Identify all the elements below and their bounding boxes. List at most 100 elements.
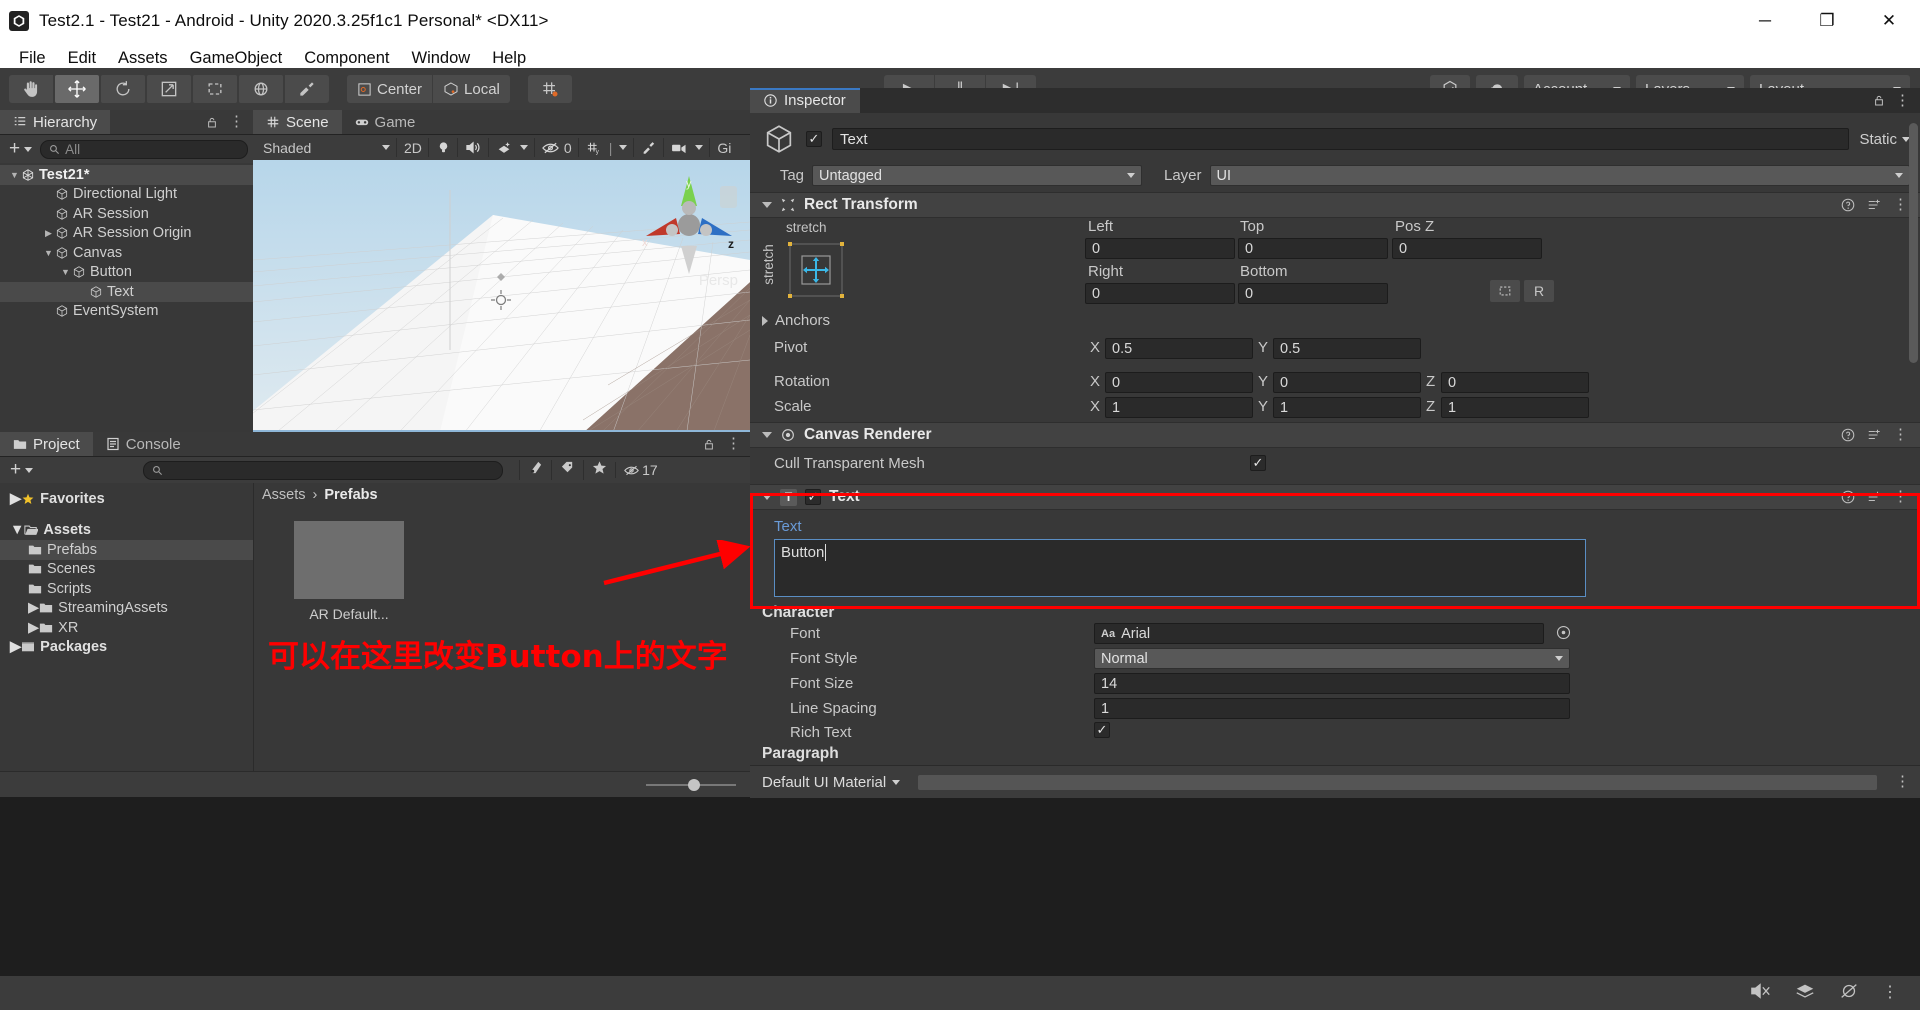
- anchors-foldout[interactable]: Anchors: [762, 312, 830, 329]
- gameobject-name-input[interactable]: Text: [832, 128, 1850, 150]
- cull-transparent-mesh-checkbox[interactable]: ✓: [1249, 455, 1266, 471]
- asset-zoom-slider[interactable]: [646, 778, 736, 791]
- hierarchy-item-text[interactable]: Text: [0, 282, 253, 302]
- kebab-menu-icon[interactable]: ⋮: [1882, 985, 1898, 1001]
- help-icon[interactable]: [1841, 198, 1855, 212]
- font-size-input[interactable]: 14: [1094, 673, 1570, 694]
- chevron-right-icon[interactable]: ▶: [10, 491, 21, 507]
- hidden-objects-toggle[interactable]: 0: [536, 138, 579, 157]
- static-checkbox-group[interactable]: Static: [1859, 131, 1910, 148]
- right-field-input[interactable]: 0: [1085, 283, 1235, 304]
- rect-tool-button[interactable]: [193, 75, 237, 103]
- project-add-button[interactable]: +: [6, 459, 37, 481]
- bottom-field-input[interactable]: 0: [1238, 283, 1388, 304]
- project-search-input[interactable]: [143, 460, 504, 480]
- label-filter-icon[interactable]: [551, 460, 583, 480]
- kebab-menu-icon[interactable]: ⋮: [1893, 427, 1908, 442]
- project-tree-item-scripts[interactable]: Scripts: [0, 579, 253, 599]
- menu-item-help[interactable]: Help: [481, 46, 537, 71]
- favorite-filter-icon[interactable]: [583, 460, 615, 480]
- kebab-menu-icon[interactable]: ⋮: [1895, 93, 1910, 108]
- hierarchy-item-directional-light[interactable]: Directional Light: [0, 185, 253, 205]
- custom-tool-button[interactable]: [285, 75, 329, 103]
- kebab-menu-icon[interactable]: ⋮: [229, 114, 244, 129]
- project-tree-item-prefabs[interactable]: Prefabs: [0, 540, 253, 560]
- left-field-input[interactable]: 0: [1085, 238, 1235, 259]
- scene-grid-dropdown[interactable]: y |: [580, 138, 635, 157]
- scene-camera-dropdown[interactable]: [665, 138, 711, 157]
- chevron-down-icon[interactable]: ▼: [42, 248, 55, 258]
- tab-scene[interactable]: Scene: [253, 110, 342, 134]
- scale-z-input[interactable]: 1: [1441, 397, 1589, 418]
- transform-tool-button[interactable]: [239, 75, 283, 103]
- hierarchy-item-canvas[interactable]: ▼ Canvas: [0, 243, 253, 263]
- lock-icon[interactable]: [703, 438, 715, 451]
- tab-game[interactable]: Game: [341, 110, 429, 134]
- perspective-label[interactable]: Persp: [699, 272, 738, 289]
- project-tree-item-assets[interactable]: ▼ Assets: [0, 521, 253, 541]
- pivot-mode-button[interactable]: Center: [347, 75, 433, 103]
- menu-item-edit[interactable]: Edit: [57, 46, 107, 71]
- pivot-y-input[interactable]: 0.5: [1273, 338, 1421, 359]
- effects-dropdown[interactable]: [490, 138, 535, 157]
- project-tree-item-streamingassets[interactable]: ▶ StreamingAssets: [0, 599, 253, 619]
- project-tree-item-packages[interactable]: ▶ Packages: [0, 638, 253, 658]
- menu-item-assets[interactable]: Assets: [107, 46, 179, 71]
- component-header-rect-transform[interactable]: Rect Transform ⋮: [750, 192, 1920, 218]
- breadcrumb-assets[interactable]: Assets: [262, 487, 306, 503]
- scene-tools-button[interactable]: [635, 138, 665, 157]
- scene-viewport[interactable]: y x z Persp: [253, 160, 750, 432]
- gizmos-dropdown[interactable]: Gi: [711, 138, 737, 157]
- hierarchy-search-input[interactable]: All: [40, 139, 248, 159]
- posz-field-input[interactable]: 0: [1392, 238, 1542, 259]
- chevron-down-icon[interactable]: ▼: [8, 170, 21, 180]
- help-icon[interactable]: [1841, 490, 1855, 504]
- hierarchy-item-test21[interactable]: ▼ Test21*: [0, 165, 253, 185]
- rich-text-checkbox[interactable]: ✓: [1094, 722, 1110, 738]
- top-field-input[interactable]: 0: [1238, 238, 1388, 259]
- space-mode-button[interactable]: Local: [433, 75, 510, 103]
- asset-item[interactable]: AR Default...: [294, 521, 404, 622]
- tab-inspector[interactable]: Inspector: [750, 88, 860, 113]
- preset-icon[interactable]: [1867, 428, 1881, 442]
- pivot-x-input[interactable]: 0.5: [1105, 338, 1253, 359]
- hierarchy-item-button[interactable]: ▼ Button: [0, 263, 253, 283]
- tab-hierarchy[interactable]: Hierarchy: [0, 110, 111, 134]
- scale-y-input[interactable]: 1: [1273, 397, 1421, 418]
- component-header-text[interactable]: T ✓ Text ⋮: [750, 484, 1920, 510]
- hierarchy-item-eventsystem[interactable]: EventSystem: [0, 302, 253, 322]
- preset-icon[interactable]: [1867, 490, 1881, 504]
- scale-tool-button[interactable]: [147, 75, 191, 103]
- asset-filter-icon[interactable]: [519, 460, 551, 480]
- component-header-canvas-renderer[interactable]: Canvas Renderer ⋮: [750, 422, 1920, 448]
- chevron-down-icon[interactable]: [762, 202, 772, 208]
- minimize-button[interactable]: ─: [1734, 0, 1796, 42]
- line-spacing-input[interactable]: 1: [1094, 698, 1570, 719]
- hierarchy-item-ar-session-origin[interactable]: ▶ AR Session Origin: [0, 224, 253, 244]
- scale-x-input[interactable]: 1: [1105, 397, 1253, 418]
- chevron-right-icon[interactable]: ▶: [28, 600, 39, 616]
- layer-dropdown[interactable]: UI: [1209, 165, 1910, 186]
- tag-dropdown[interactable]: Untagged: [812, 165, 1142, 186]
- menu-item-file[interactable]: File: [8, 46, 57, 71]
- hidden-assets-toggle[interactable]: 17: [615, 462, 666, 478]
- layers-status-icon[interactable]: [1794, 982, 1816, 1005]
- hierarchy-tree[interactable]: ▼ Test21* Directional Light AR Session ▶ AR S…: [0, 163, 253, 432]
- project-tree-item-xr[interactable]: ▶ XR: [0, 618, 253, 638]
- mute-audio-icon[interactable]: [1750, 982, 1772, 1005]
- kebab-menu-icon[interactable]: ⋮: [1893, 489, 1908, 504]
- move-tool-button[interactable]: [55, 75, 99, 103]
- font-style-dropdown[interactable]: Normal: [1094, 648, 1570, 669]
- slider-knob[interactable]: [688, 778, 700, 791]
- grid-snap-button[interactable]: [527, 75, 572, 103]
- chevron-down-icon[interactable]: [762, 432, 772, 438]
- raw-edit-button[interactable]: R: [1524, 280, 1554, 302]
- lock-icon[interactable]: [206, 116, 218, 129]
- maximize-button[interactable]: ❐: [1796, 0, 1858, 42]
- font-object-picker-icon[interactable]: [1556, 625, 1571, 645]
- text-value-textarea[interactable]: Button: [774, 539, 1586, 597]
- chevron-down-icon[interactable]: ▼: [10, 522, 24, 538]
- project-tree-item-favorites[interactable]: ▶ Favorites: [0, 489, 253, 509]
- gameobject-enabled-checkbox[interactable]: ✓: [806, 131, 822, 147]
- chevron-right-icon[interactable]: ▶: [42, 228, 55, 239]
